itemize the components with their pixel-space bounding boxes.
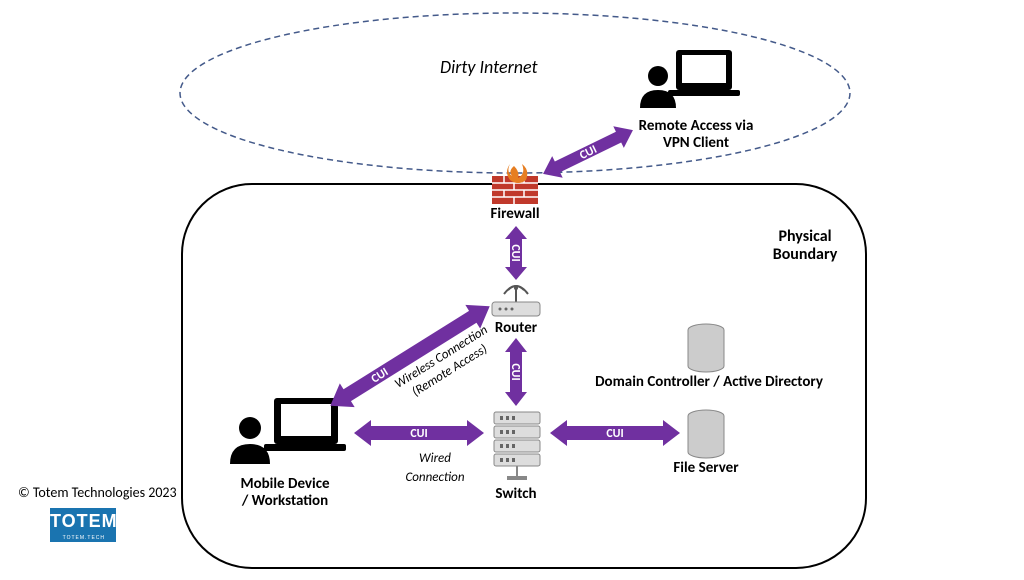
remote-user-icon xyxy=(636,46,736,116)
wireless-connection-label: Wireless Connection (Remote Access) xyxy=(350,310,530,400)
physical-boundary-label-2: Boundary xyxy=(773,245,838,264)
cui-text: CUI xyxy=(410,427,427,441)
domain-controller-icon xyxy=(686,322,726,372)
cui-arrow-firewall-remote: CUI xyxy=(536,124,640,180)
file-server-label: File Server xyxy=(656,460,756,477)
cui-arrow-switch-fileserver: CUI xyxy=(548,418,682,448)
cui-text: CUI xyxy=(508,244,522,261)
file-server-icon xyxy=(686,408,726,458)
switch-label: Switch xyxy=(484,486,548,503)
workstation-label-2: / Workstation xyxy=(242,492,328,510)
firewall-label: Firewall xyxy=(478,206,552,223)
dirty-internet-label: Dirty Internet xyxy=(440,56,538,78)
remote-access-label-2: VPN Client xyxy=(663,134,729,152)
cui-arrow-firewall-router: CUI xyxy=(498,224,534,282)
wired-connection-label: Wired Connection xyxy=(390,448,480,486)
wired-label-2: Connection xyxy=(405,470,464,485)
logo-small: TOTEM.TECH xyxy=(50,534,118,542)
logo-big: TOTEM xyxy=(50,508,118,534)
switch-icon xyxy=(490,410,544,484)
domain-controller-label: Domain Controller / Active Directory xyxy=(584,374,834,391)
dirty-internet-zone xyxy=(175,8,855,178)
workstation-label-1: Mobile Device xyxy=(240,475,329,493)
wired-label-1: Wired xyxy=(419,451,451,466)
firewall-icon xyxy=(490,162,540,206)
remote-access-label: Remote Access via VPN Client xyxy=(616,118,776,153)
physical-boundary-label: Physical Boundary xyxy=(750,228,860,265)
physical-boundary-label-1: Physical xyxy=(778,227,831,246)
workstation-label: Mobile Device / Workstation xyxy=(230,476,340,511)
totem-logo: TOTEM TOTEM.TECH xyxy=(50,508,116,542)
remote-access-label-1: Remote Access via xyxy=(639,117,754,135)
copyright-text: © Totem Technologies 2023 xyxy=(18,484,177,501)
cui-arrow-switch-workstation: CUI xyxy=(352,418,486,448)
cui-text: CUI xyxy=(606,427,623,441)
